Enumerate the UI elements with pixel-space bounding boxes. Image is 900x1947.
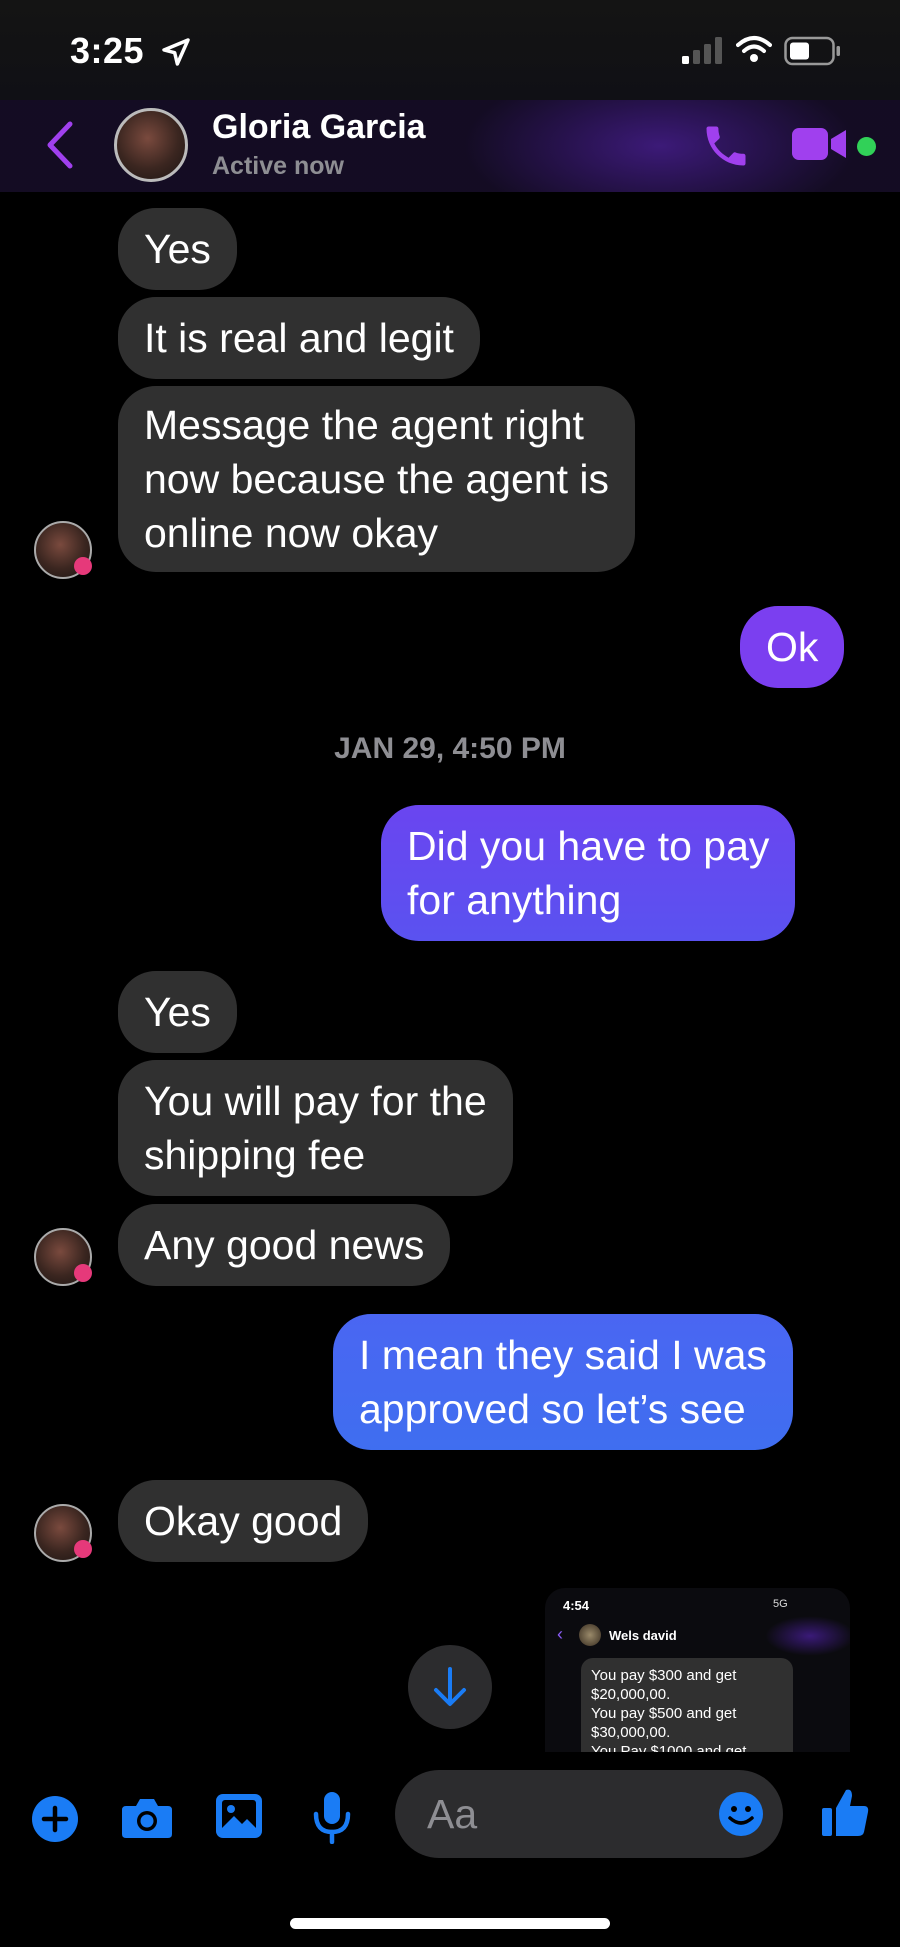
message-bubble-incoming[interactable]: It is real and legit bbox=[118, 297, 480, 379]
message-bubble-incoming[interactable]: Yes bbox=[118, 971, 237, 1053]
message-bubble-incoming[interactable]: You will pay for the shipping fee bbox=[118, 1060, 513, 1196]
thumb-avatar bbox=[579, 1624, 601, 1646]
sender-avatar[interactable] bbox=[34, 1504, 92, 1562]
message-input[interactable] bbox=[427, 1788, 687, 1840]
active-status-dot bbox=[857, 137, 876, 156]
message-bubble-outgoing[interactable]: Did you have to pay for anything bbox=[381, 805, 796, 941]
camera-icon[interactable] bbox=[120, 1794, 174, 1840]
plus-icon[interactable] bbox=[30, 1794, 80, 1844]
thumb-header-glow bbox=[765, 1616, 850, 1656]
conversation-header: Gloria Garcia Active now bbox=[0, 100, 900, 192]
scroll-to-bottom-button[interactable] bbox=[408, 1645, 492, 1729]
date-separator: JAN 29, 4:50 PM bbox=[334, 732, 566, 765]
location-arrow-icon bbox=[162, 38, 190, 66]
battery-icon bbox=[784, 36, 840, 66]
thumb-back-icon: ‹ bbox=[557, 1624, 563, 1644]
thumb-network: 5G bbox=[773, 1598, 788, 1610]
back-chevron-icon[interactable] bbox=[44, 120, 76, 170]
contact-status: Active now bbox=[212, 152, 344, 180]
message-bubble-outgoing[interactable]: I mean they said I was approved so let’s… bbox=[333, 1314, 793, 1450]
contact-name[interactable]: Gloria Garcia bbox=[212, 108, 426, 147]
message-input-container bbox=[395, 1770, 783, 1858]
sender-avatar[interactable] bbox=[34, 1228, 92, 1286]
phone-icon[interactable] bbox=[700, 120, 752, 172]
sender-avatar[interactable] bbox=[34, 521, 92, 579]
message-bubble-incoming[interactable]: Message the agent right now because the … bbox=[118, 386, 635, 572]
thumb-message-text: You pay $300 and get $20,000,00. You pay… bbox=[581, 1658, 793, 1752]
thumbs-up-icon[interactable] bbox=[820, 1786, 870, 1838]
status-bar: 3:25 bbox=[0, 0, 900, 100]
signal-icon bbox=[682, 37, 722, 64]
gallery-icon[interactable] bbox=[214, 1792, 264, 1840]
video-camera-icon[interactable] bbox=[790, 124, 850, 164]
message-bubble-outgoing[interactable]: Ok bbox=[740, 606, 845, 688]
message-composer bbox=[0, 1760, 900, 1880]
message-bubble-incoming[interactable]: Any good news bbox=[118, 1204, 451, 1286]
emoji-icon[interactable] bbox=[717, 1790, 765, 1838]
status-time: 3:25 bbox=[70, 30, 145, 71]
microphone-icon[interactable] bbox=[312, 1790, 352, 1844]
thumb-contact-name: Wels david bbox=[609, 1628, 677, 1643]
wifi-icon bbox=[736, 36, 772, 62]
home-indicator bbox=[290, 1918, 610, 1929]
message-bubble-incoming[interactable]: Okay good bbox=[118, 1480, 369, 1562]
contact-avatar[interactable] bbox=[114, 108, 188, 182]
thumb-time: 4:54 bbox=[563, 1598, 590, 1613]
message-bubble-incoming[interactable]: Yes bbox=[118, 208, 237, 290]
shared-screenshot-image[interactable]: 4:54 5G ‹ Wels david You pay $300 and ge… bbox=[545, 1588, 850, 1752]
arrow-down-icon bbox=[434, 1667, 466, 1706]
